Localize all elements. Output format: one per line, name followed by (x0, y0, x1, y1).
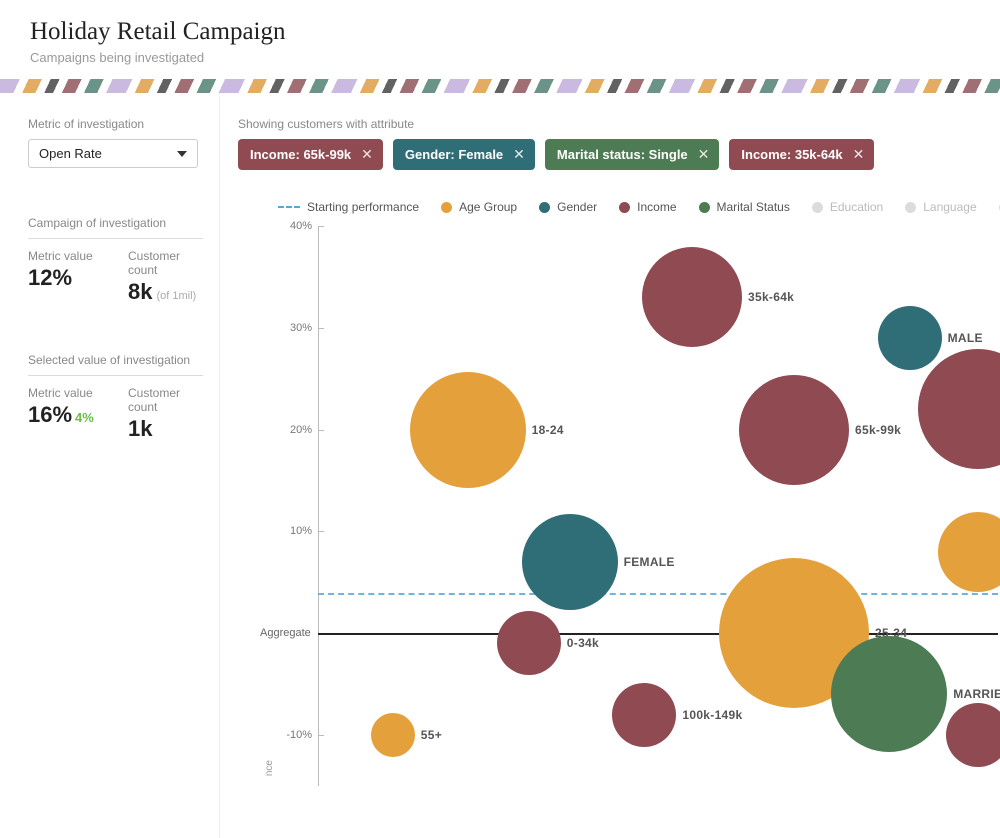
close-icon[interactable]: ✕ (853, 146, 865, 163)
selected-metric-label: Metric value (28, 386, 98, 400)
filter-chip-label: Marital status: Single (557, 147, 688, 162)
legend-item-label: Marital Status (717, 200, 790, 214)
dashed-line-icon (278, 206, 300, 208)
page-title: Holiday Retail Campaign (30, 18, 970, 46)
campaign-count-label: Customer count (128, 249, 203, 277)
bubble-label: FEMALE (624, 555, 675, 569)
legend-item[interactable]: Income (619, 200, 676, 214)
legend-starting-performance: Starting performance (278, 200, 419, 214)
bubble[interactable] (946, 703, 1000, 767)
selected-section-label: Selected value of investigation (28, 353, 203, 367)
bubble[interactable] (642, 247, 742, 347)
selected-count-label: Customer count (128, 386, 203, 414)
legend-item[interactable]: Education (812, 200, 883, 214)
bubble[interactable] (410, 372, 526, 488)
campaign-section-label: Campaign of investigation (28, 216, 203, 230)
content-area: Showing customers with attribute Income:… (220, 93, 1000, 838)
bubble[interactable] (497, 611, 561, 675)
y-axis-label: nce (264, 760, 275, 776)
legend-item[interactable]: Language (905, 200, 976, 214)
y-tick-label: 30% (278, 322, 312, 334)
selected-metric-delta: 4% (75, 410, 94, 425)
y-tick-label: -10% (278, 729, 312, 741)
bubble-label: MALE (948, 331, 983, 345)
legend-item[interactable]: Marital Status (699, 200, 790, 214)
bubble[interactable] (612, 683, 676, 747)
bubble-label: 100k-149k (682, 708, 742, 722)
legend-item[interactable]: Gender (539, 200, 597, 214)
legend-item-label: Income (637, 200, 676, 214)
legend-item-label: Age Group (459, 200, 517, 214)
campaign-count-value: 8k(of 1mil) (128, 279, 203, 305)
bubble-label: 18-24 (532, 423, 564, 437)
y-tick-label: 10% (278, 525, 312, 537)
legend-dot-icon (699, 202, 710, 213)
selected-metric-value: 16%4% (28, 402, 98, 428)
sidebar: Metric of investigation Open Rate Campai… (0, 93, 220, 838)
legend-dot-icon (905, 202, 916, 213)
bubble-label: MARRIED (953, 687, 1000, 701)
chart-legend: Starting performance Age Group Gender Inco… (278, 200, 1000, 214)
bubble-label: 35k-64k (748, 290, 794, 304)
page-subtitle: Campaigns being investigated (30, 50, 970, 65)
close-icon[interactable]: ✕ (513, 146, 525, 163)
bubble-chart[interactable]: nce 40%30%20%10%-10%Aggregate18-2455+25-… (278, 226, 998, 786)
metric-select-value: Open Rate (39, 146, 102, 161)
campaign-metric-value: 12% (28, 265, 98, 291)
starting-performance-line (318, 593, 998, 595)
legend-item-label: Education (830, 200, 883, 214)
close-icon[interactable]: ✕ (698, 146, 710, 163)
filter-chip[interactable]: Income: 65k-99k ✕ (238, 139, 383, 170)
bubble[interactable] (371, 713, 415, 757)
filter-chip-label: Gender: Female (405, 147, 503, 162)
caret-down-icon (177, 151, 187, 157)
legend-dot-icon (441, 202, 452, 213)
filter-chip[interactable]: Marital status: Single ✕ (545, 139, 719, 170)
bubble-label: 0-34k (567, 636, 599, 650)
legend-item-label: Language (923, 200, 976, 214)
metric-select[interactable]: Open Rate (28, 139, 198, 168)
filter-chip-label: Income: 35k-64k (741, 147, 842, 162)
selected-count-value: 1k (128, 416, 203, 442)
bubble[interactable] (522, 514, 618, 610)
filter-label: Showing customers with attribute (238, 117, 1000, 131)
bubble[interactable] (878, 306, 942, 370)
close-icon[interactable]: ✕ (361, 146, 373, 163)
filter-chip-row: Income: 65k-99k✕Gender: Female✕Marital s… (238, 139, 1000, 170)
decorative-strip (0, 79, 1000, 93)
filter-chip[interactable]: Gender: Female ✕ (393, 139, 535, 170)
bubble[interactable] (739, 375, 849, 485)
bubble-label: 65k-99k (855, 423, 901, 437)
filter-chip[interactable]: Income: 35k-64k ✕ (729, 139, 874, 170)
metric-select-label: Metric of investigation (28, 117, 203, 131)
legend-dot-icon (539, 202, 550, 213)
legend-item[interactable]: Age Group (441, 200, 517, 214)
bubble-label: 55+ (421, 728, 442, 742)
y-tick-label: 40% (278, 220, 312, 232)
legend-dot-icon (619, 202, 630, 213)
bubble[interactable] (831, 636, 947, 752)
legend-dot-icon (812, 202, 823, 213)
y-tick-label: 20% (278, 424, 312, 436)
filter-chip-label: Income: 65k-99k (250, 147, 351, 162)
legend-item-label: Gender (557, 200, 597, 214)
campaign-metric-label: Metric value (28, 249, 98, 263)
aggregate-label: Aggregate (260, 627, 311, 639)
